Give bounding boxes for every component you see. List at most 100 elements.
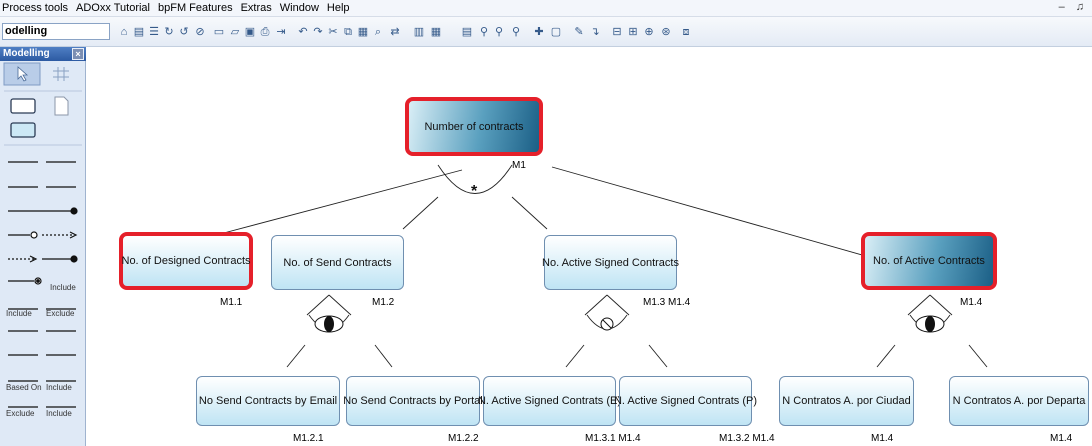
menu-extras[interactable]: Extras xyxy=(241,2,272,14)
toolbar: odelling ⌂ ▤ ☰ ↻ ↺ ⊘ ▭ ▱ ▣ ⎙ ⇥ ↶ ↷ ✂ ⧉ ▦ ⌕ ⇄ ▥ ▦ ▤ ⚲ ⚲ ⚲ ✚ ▢ ✎ ↴ ⊟ ⊞ ⊕… xyxy=(0,17,1092,47)
modelling-canvas[interactable]: * Number of contracts M1 No. of Designed… xyxy=(87,47,1092,446)
menu-process-tools[interactable]: Process tools xyxy=(2,2,68,14)
node-label: No. of Designed Contracts xyxy=(121,255,251,267)
palette-label-based-on: Based On xyxy=(6,383,42,392)
undo-icon[interactable]: ↶ xyxy=(296,25,310,39)
pen-icon[interactable]: ✎ xyxy=(572,25,586,39)
new-icon[interactable]: ▭ xyxy=(212,25,226,39)
edge-signed-fan-left xyxy=(584,294,608,316)
zoom-page-icon[interactable]: ⚲ xyxy=(509,25,523,39)
document-tool-icon[interactable] xyxy=(54,96,69,116)
node-code: M1.2.2 xyxy=(448,433,479,444)
node-code: M1.3 M1.4 xyxy=(643,297,691,308)
node-active-contracts[interactable]: No. of Active Contracts xyxy=(861,232,997,290)
copy-icon[interactable]: ⧉ xyxy=(341,25,355,39)
node-label: No Send Contracts by Email xyxy=(198,395,338,407)
edge-active-fan-left xyxy=(907,294,931,316)
node-code: M1.4 xyxy=(960,297,983,308)
export-icon[interactable]: ⇥ xyxy=(274,25,288,39)
edge-send-fan-left xyxy=(306,294,330,316)
node-code: M1.2 xyxy=(372,297,395,308)
node-send-contracts[interactable]: No. of Send Contracts xyxy=(271,235,404,290)
edge-active-city xyxy=(876,344,896,368)
redo-icon[interactable]: ↷ xyxy=(311,25,325,39)
connector-icon[interactable]: ↴ xyxy=(588,25,602,39)
rectangle-tool-icon[interactable] xyxy=(10,98,36,114)
palette-label-exclude: Exclude xyxy=(46,309,75,318)
edge-send-email xyxy=(286,344,306,368)
replace-icon[interactable]: ⇄ xyxy=(388,25,402,39)
node-signed-e[interactable]: N. Active Signed Contrats (E) xyxy=(478,376,621,426)
edge-active-fan-right xyxy=(929,294,953,316)
exclude-icon xyxy=(600,317,614,331)
open-icon[interactable]: ▱ xyxy=(228,25,242,39)
cross-icon[interactable]: ✚ xyxy=(532,25,546,39)
edge-root-send xyxy=(402,196,439,230)
target-icon[interactable]: ⊛ xyxy=(659,25,673,39)
node-signed-p[interactable]: N. Active Signed Contrats (P) xyxy=(614,376,757,426)
menu-help[interactable]: Help xyxy=(327,2,350,14)
node-label: No Send Contracts by Portal xyxy=(343,395,483,407)
edge-root-active-signed xyxy=(511,196,548,230)
node-city[interactable]: N Contratos A. por Ciudad xyxy=(779,376,914,426)
table-icon[interactable]: ▤ xyxy=(460,25,474,39)
menu-window[interactable]: Window xyxy=(280,2,319,14)
edge-send-portal xyxy=(374,344,393,368)
find-icon[interactable]: ⌕ xyxy=(371,25,385,39)
node-code: M1.4 xyxy=(871,433,894,444)
refresh-icon[interactable]: ↻ xyxy=(162,25,176,39)
refresh-alt-icon[interactable]: ↺ xyxy=(177,25,191,39)
node-code: M1.1 xyxy=(220,297,243,308)
paste-icon[interactable]: ▦ xyxy=(356,25,370,39)
close-icon[interactable]: × xyxy=(72,48,84,60)
palette-title: Modelling × xyxy=(0,47,86,61)
palette-label-include: Include xyxy=(50,283,76,292)
center-icon[interactable]: ⊕ xyxy=(642,25,656,39)
node-label: No. of Active Contracts xyxy=(873,255,985,267)
save-icon[interactable]: ▣ xyxy=(243,25,257,39)
palette-label-include-3: Include xyxy=(46,409,72,418)
edge-send-fan-right xyxy=(328,294,352,316)
node-send-email[interactable]: No Send Contracts by Email xyxy=(196,376,340,426)
node-label: N. Active Signed Contrats (P) xyxy=(613,395,758,407)
layout-icon[interactable]: ⧈ xyxy=(679,25,693,39)
grid-tool-icon[interactable] xyxy=(53,67,69,81)
node-department[interactable]: N Contratos A. por Departa xyxy=(949,376,1089,426)
palette-title-text: Modelling xyxy=(3,48,50,59)
home-icon[interactable]: ⌂ xyxy=(117,25,131,39)
zoom-fit-icon[interactable]: ⚲ xyxy=(492,25,506,39)
node-label: N. Active Signed Contrats (E) xyxy=(477,395,622,407)
feature-tool-icon[interactable] xyxy=(10,122,36,138)
palette-label-include-left: Include xyxy=(6,309,32,318)
node-label: Number of contracts xyxy=(424,120,524,133)
grid-icon[interactable]: ▦ xyxy=(429,25,443,39)
window-controls[interactable]: – ♫ xyxy=(1059,1,1088,13)
distribute-icon[interactable]: ⊞ xyxy=(626,25,640,39)
edge-active-dept xyxy=(968,344,988,368)
edge-signed-p xyxy=(648,344,668,368)
node-label: No. Active Signed Contracts xyxy=(542,256,679,269)
node-code: M1.2.1 xyxy=(293,433,324,444)
menu-bpfm-features[interactable]: bpFM Features xyxy=(158,2,233,14)
node-active-signed-contracts[interactable]: No. Active Signed Contracts xyxy=(542,235,679,290)
node-designed-contracts[interactable]: No. of Designed Contracts xyxy=(119,232,253,290)
stop-icon[interactable]: ⊘ xyxy=(193,25,207,39)
chart-icon[interactable]: ▥ xyxy=(412,25,426,39)
node-number-of-contracts[interactable]: Number of contracts xyxy=(405,97,543,156)
node-send-portal[interactable]: No Send Contracts by Portal xyxy=(343,376,483,426)
print-icon[interactable]: ⎙ xyxy=(258,25,272,39)
menu-adoxx-tutorial[interactable]: ADOxx Tutorial xyxy=(76,2,150,14)
cut-icon[interactable]: ✂ xyxy=(326,25,340,39)
menu-bar: Process tools ADOxx Tutorial bpFM Featur… xyxy=(0,0,1092,17)
node-code: M1.3.2 M1.4 xyxy=(719,433,775,444)
book-icon[interactable]: ▤ xyxy=(132,25,146,39)
mode-selector[interactable]: odelling xyxy=(2,23,110,40)
align-icon[interactable]: ⊟ xyxy=(610,25,624,39)
palette-label-exclude-left: Exclude xyxy=(6,409,35,418)
xor-eye-icon xyxy=(314,315,344,333)
tree-icon[interactable]: ☰ xyxy=(147,25,161,39)
window-icon[interactable]: ▢ xyxy=(549,25,563,39)
edge-signed-e xyxy=(565,344,585,368)
node-code: M1.4 xyxy=(1050,433,1073,444)
zoom-icon[interactable]: ⚲ xyxy=(477,25,491,39)
